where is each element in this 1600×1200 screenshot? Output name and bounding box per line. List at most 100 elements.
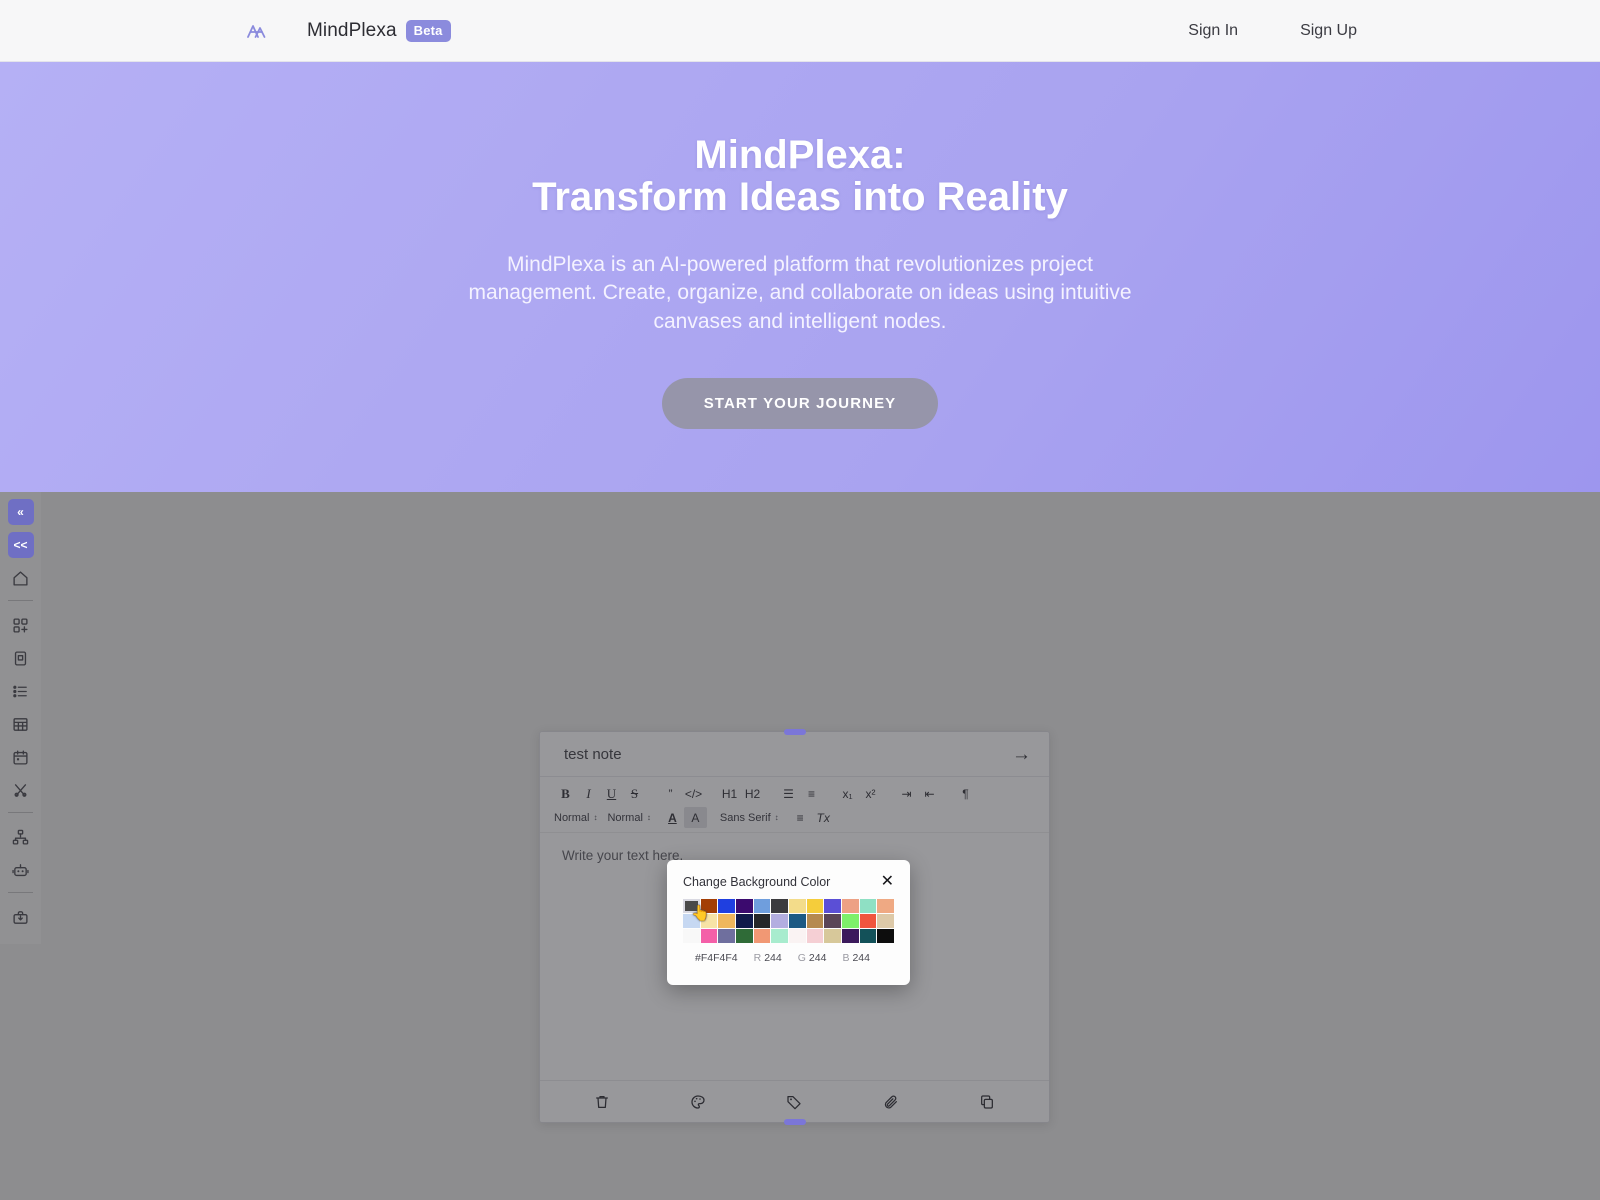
color-swatch[interactable]	[771, 914, 788, 928]
left-sidebar: « <<	[0, 492, 41, 944]
heading-1-button[interactable]: H1	[718, 783, 741, 804]
color-swatch[interactable]	[841, 899, 859, 913]
bold-button[interactable]: B	[554, 783, 577, 804]
color-swatch[interactable]	[700, 914, 718, 928]
highlight-color-a-icon[interactable]: A	[683, 807, 707, 828]
block-style-select[interactable]: Normal ↕	[607, 812, 650, 824]
collapse-all-button[interactable]: «	[7, 499, 34, 525]
text-direction-button[interactable]: ¶	[954, 783, 977, 804]
bullet-list-button[interactable]: ≡	[800, 783, 823, 804]
color-swatch[interactable]	[877, 899, 894, 913]
color-swatch[interactable]	[700, 899, 718, 913]
note-resize-handle-bottom[interactable]	[783, 1119, 806, 1125]
font-size-select[interactable]: Normal ↕	[554, 812, 597, 824]
duplicate-note-button[interactable]	[979, 1094, 995, 1110]
hex-value: #F4F4F4	[695, 952, 738, 964]
color-swatch[interactable]	[877, 929, 894, 943]
subscript-button[interactable]: x₁	[836, 783, 859, 804]
collapse-panel-button[interactable]: <<	[7, 532, 34, 558]
add-widget-button[interactable]	[8, 612, 34, 638]
blue-label: B	[842, 952, 850, 964]
color-swatch[interactable]	[824, 899, 841, 913]
double-chevron-left-icon: «	[17, 505, 24, 519]
text-color-a-icon[interactable]: A	[661, 807, 684, 828]
color-swatch[interactable]	[683, 914, 700, 928]
color-swatch[interactable]	[788, 914, 806, 928]
divider-3	[8, 892, 33, 893]
color-swatch[interactable]	[718, 914, 735, 928]
blue-value-group: B 244	[842, 952, 870, 964]
sign-up-link[interactable]: Sign Up	[1300, 22, 1357, 40]
mindplexa-logo-icon	[245, 19, 269, 43]
color-swatch[interactable]	[824, 914, 841, 928]
clipboard-icon	[12, 650, 29, 667]
brand[interactable]: MindPlexa Beta	[245, 19, 451, 43]
hierarchy-button[interactable]	[8, 824, 34, 850]
color-swatch[interactable]	[771, 929, 788, 943]
attach-file-button[interactable]	[883, 1094, 899, 1110]
note-title[interactable]: test note	[564, 746, 622, 763]
color-swatch[interactable]	[859, 914, 877, 928]
calendar-button[interactable]	[8, 744, 34, 770]
tools-button[interactable]	[8, 777, 34, 803]
color-swatch[interactable]	[859, 929, 877, 943]
ordered-list-button[interactable]: ☰	[777, 783, 800, 804]
color-swatch[interactable]	[788, 899, 806, 913]
red-value-group: R 244	[754, 952, 782, 964]
tag-note-button[interactable]	[786, 1094, 802, 1110]
home-button[interactable]	[8, 565, 34, 591]
color-swatch[interactable]	[824, 929, 841, 943]
color-swatch[interactable]	[718, 929, 735, 943]
note-resize-handle-top[interactable]	[783, 729, 806, 735]
heading-2-button[interactable]: H2	[741, 783, 764, 804]
table-button[interactable]	[8, 711, 34, 737]
color-swatch[interactable]	[735, 914, 753, 928]
align-icon[interactable]: ≡	[789, 807, 812, 828]
sign-in-link[interactable]: Sign In	[1188, 22, 1238, 40]
color-swatch[interactable]	[718, 899, 735, 913]
color-swatch[interactable]	[859, 899, 877, 913]
color-swatch[interactable]	[735, 899, 753, 913]
color-swatch[interactable]	[771, 899, 788, 913]
code-block-button[interactable]: </>	[682, 783, 705, 804]
color-values: #F4F4F4 R 244 G 244 B 244	[683, 952, 894, 964]
start-your-journey-button[interactable]: START YOUR JOURNEY	[661, 378, 939, 430]
color-swatch[interactable]	[753, 914, 771, 928]
indent-button[interactable]: ⇥	[895, 783, 918, 804]
blue-value: 244	[852, 952, 870, 964]
change-background-color-popup[interactable]: Change Background Color ✕ #F4F4F4 R 244 G…	[667, 860, 910, 985]
change-color-button[interactable]	[690, 1094, 706, 1110]
paperclip-icon	[883, 1094, 899, 1110]
color-swatch[interactable]	[806, 929, 824, 943]
delete-note-button[interactable]	[594, 1094, 610, 1110]
outdent-button[interactable]: ⇤	[918, 783, 941, 804]
italic-button[interactable]: I	[577, 783, 600, 804]
close-icon[interactable]: ✕	[881, 874, 894, 890]
color-swatch[interactable]	[700, 929, 718, 943]
color-swatch[interactable]	[806, 914, 824, 928]
home-icon	[12, 570, 29, 587]
color-swatch[interactable]	[753, 929, 771, 943]
list-button[interactable]	[8, 678, 34, 704]
clear-formatting-icon[interactable]: Tx	[812, 807, 835, 828]
color-swatch[interactable]	[877, 914, 894, 928]
ai-assistant-button[interactable]	[8, 857, 34, 883]
underline-button[interactable]: U	[600, 783, 623, 804]
color-swatch[interactable]	[841, 929, 859, 943]
color-swatch[interactable]	[806, 899, 824, 913]
note-button[interactable]	[8, 645, 34, 671]
color-swatch[interactable]	[841, 914, 859, 928]
arrow-right-icon[interactable]: →	[1012, 745, 1031, 764]
color-swatch[interactable]	[753, 899, 771, 913]
blockquote-button[interactable]: ”	[659, 783, 682, 804]
color-swatch[interactable]	[735, 929, 753, 943]
export-button[interactable]	[8, 904, 34, 930]
briefcase-download-icon	[12, 909, 29, 926]
color-swatch[interactable]	[683, 929, 700, 943]
strikethrough-button[interactable]: S	[623, 783, 646, 804]
color-swatch[interactable]	[788, 929, 806, 943]
font-family-select[interactable]: Sans Serif ↕	[720, 812, 779, 824]
color-swatch[interactable]	[683, 899, 700, 913]
superscript-button[interactable]: x²	[859, 783, 882, 804]
chevron-updown-icon: ↕	[646, 812, 651, 822]
